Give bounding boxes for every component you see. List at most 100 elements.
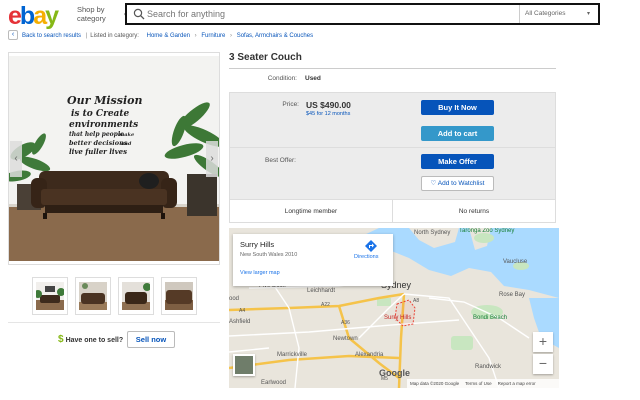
satellite-toggle-button[interactable] bbox=[233, 354, 255, 376]
heart-icon: ♡ bbox=[430, 180, 437, 187]
listed-in-label: Listed in category: bbox=[90, 33, 139, 39]
shop-by-category-button[interactable]: Shop by category ▾ bbox=[77, 5, 128, 23]
couch-photo: Our Mission is to Create environments th… bbox=[9, 56, 219, 261]
thumbnail-2[interactable] bbox=[75, 277, 111, 315]
back-to-search-link[interactable]: Back to search results bbox=[22, 33, 81, 39]
add-to-watchlist-button[interactable]: ♡ Add to Watchlist bbox=[421, 176, 494, 191]
map-label-earlwood: Earlwood bbox=[261, 380, 287, 386]
breadcrumb-home-garden[interactable]: Home & Garden bbox=[147, 33, 190, 39]
map-attribution: Map data ©2020 Google Terms of Use Report … bbox=[407, 379, 559, 388]
logo-letter-a: a bbox=[33, 2, 47, 30]
next-image-button[interactable]: › bbox=[206, 141, 218, 177]
panel-divider bbox=[230, 147, 555, 148]
price-label: Price: bbox=[282, 101, 299, 108]
seller-info-strip: Longtime member No returns bbox=[230, 199, 555, 223]
view-larger-map-link[interactable]: View larger map bbox=[240, 270, 280, 276]
category-select[interactable]: All Categories ▾ bbox=[519, 5, 598, 23]
ebay-logo[interactable]: ebay bbox=[8, 3, 70, 29]
add-to-cart-button[interactable]: Add to cart bbox=[421, 126, 494, 141]
main-product-photo[interactable]: Our Mission is to Create environments th… bbox=[8, 52, 220, 265]
breadcrumb-furniture[interactable]: Furniture bbox=[201, 33, 225, 39]
shop-by-label: Shop by category bbox=[77, 5, 106, 23]
no-returns-badge: No returns bbox=[458, 208, 490, 215]
zoom-in-button[interactable]: + bbox=[533, 332, 553, 352]
map-label-randwick: Randwick bbox=[475, 364, 502, 370]
logo-letter-e: e bbox=[8, 2, 22, 30]
monthly-payment-link[interactable]: $45 for 12 months bbox=[306, 111, 350, 117]
buy-it-now-button[interactable]: Buy It Now bbox=[421, 100, 494, 115]
map-label-a36: A36 bbox=[341, 320, 350, 326]
place-address: New South Wales 2010 bbox=[240, 252, 298, 258]
map-label-bondi-beach: Bondi Beach bbox=[473, 315, 508, 321]
terms-of-use-link[interactable]: Terms of Use bbox=[465, 381, 492, 386]
map-label-a4: A4 bbox=[239, 308, 246, 314]
map-label-taronga: Taronga Zoo Sydney bbox=[459, 228, 515, 234]
have-one-to-sell: $ Have one to sell? bbox=[58, 332, 123, 348]
map-label-marrickville: Marrickville bbox=[277, 352, 307, 358]
wall-text-line-1: Our Mission bbox=[67, 94, 142, 107]
place-name: Surry Hills bbox=[240, 240, 275, 249]
title-divider bbox=[229, 68, 556, 69]
report-map-error-link[interactable]: Report a map error bbox=[498, 381, 536, 386]
sell-now-button[interactable]: Sell now bbox=[127, 331, 175, 348]
google-logo: Google bbox=[379, 368, 410, 378]
thumbnail-image bbox=[36, 282, 64, 310]
wall-text-line-5: make bbox=[119, 132, 134, 138]
search-input[interactable] bbox=[147, 7, 517, 21]
logo-letter-b: b bbox=[19, 2, 35, 30]
wall-text-line-3: environments bbox=[69, 120, 138, 130]
condition-label: Condition: bbox=[267, 75, 297, 82]
location-map[interactable]: North Sydney Taronga Zoo Sydney Vaucluse… bbox=[229, 228, 559, 388]
wall-text-line-2: is to Create bbox=[71, 109, 130, 119]
logo-letter-y: y bbox=[45, 2, 59, 30]
thumbnail-strip bbox=[32, 277, 197, 317]
dollar-icon: $ bbox=[58, 334, 64, 345]
map-label-ashfield: Ashfield bbox=[229, 319, 251, 325]
search-icon bbox=[133, 8, 145, 20]
longtime-member-badge: Longtime member bbox=[230, 200, 393, 223]
thumbnail-image bbox=[79, 282, 107, 310]
thumbnail-1[interactable] bbox=[32, 277, 68, 315]
chevron-down-icon: ▾ bbox=[586, 11, 590, 17]
map-label-surry-hills: Surry Hills bbox=[384, 315, 412, 321]
map-label-north-sydney: North Sydney bbox=[414, 230, 451, 236]
purchase-panel: Price: US $490.00 $45 for 12 months Buy … bbox=[229, 92, 556, 223]
gallery-divider bbox=[8, 322, 220, 323]
directions-label[interactable]: Directions bbox=[354, 254, 378, 260]
price-value: US $490.00 bbox=[306, 100, 351, 110]
map-label-alexandria: Alexandria bbox=[355, 352, 384, 358]
map-label-leichhardt: Leichhardt bbox=[307, 288, 336, 294]
breadcrumb: ‹ Back to search results | Listed in categ… bbox=[8, 30, 628, 42]
watchlist-label: Add to Watchlist bbox=[437, 180, 485, 187]
map-label-a8: A8 bbox=[413, 298, 420, 304]
search-bar: All Categories ▾ bbox=[125, 3, 600, 25]
condition-value: Used bbox=[305, 75, 321, 82]
breadcrumb-separator: | bbox=[85, 33, 88, 39]
map-label-rose-bay: Rose Bay bbox=[499, 292, 526, 298]
breadcrumb-separator: › bbox=[230, 33, 233, 39]
breadcrumb-separator: › bbox=[194, 33, 197, 39]
previous-image-button[interactable]: ‹ bbox=[10, 141, 22, 177]
map-label-road-ood: ood bbox=[229, 296, 240, 302]
breadcrumb-sofas[interactable]: Sofas, Armchairs & Couches bbox=[237, 33, 313, 39]
thumbnail-4[interactable] bbox=[161, 277, 197, 315]
map-label-a22: A22 bbox=[321, 302, 330, 308]
make-offer-button[interactable]: Make Offer bbox=[421, 154, 494, 169]
thumbnail-image bbox=[165, 282, 193, 310]
wall-text-line-6: better decisions bbox=[69, 139, 128, 147]
best-offer-label: Best Offer: bbox=[265, 157, 296, 164]
place-info-card: Surry Hills New South Wales 2010 View la… bbox=[233, 234, 393, 286]
category-select-value: All Categories bbox=[525, 10, 566, 17]
item-title: 3 Seater Couch bbox=[229, 52, 302, 63]
wall-text-line-4: that help people bbox=[69, 131, 124, 138]
zoom-out-button[interactable]: − bbox=[533, 354, 553, 374]
wall-text-line-8: live fuller lives bbox=[69, 147, 127, 156]
thumbnail-3[interactable] bbox=[118, 277, 154, 315]
back-arrow-icon[interactable]: ‹ bbox=[8, 30, 18, 41]
have-one-label: Have one to sell? bbox=[65, 337, 124, 344]
map-label-newtown: Newtown bbox=[333, 336, 358, 342]
thumbnail-image bbox=[122, 282, 150, 310]
map-data-credit: Map data ©2020 Google bbox=[410, 381, 460, 386]
map-label-vaucluse: Vaucluse bbox=[503, 259, 528, 265]
directions-icon[interactable] bbox=[365, 240, 377, 252]
